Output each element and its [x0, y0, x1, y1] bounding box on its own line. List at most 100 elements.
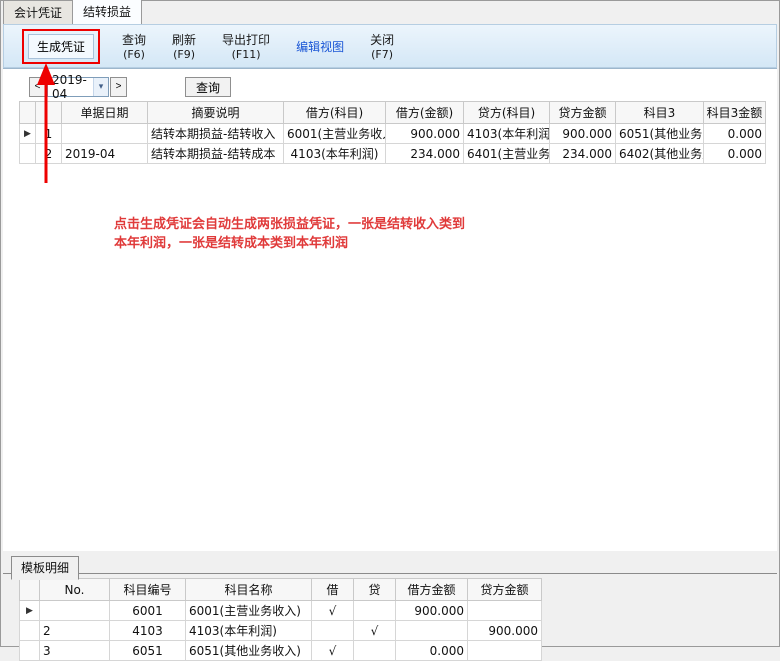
template-detail-panel: 模板明细 No. 科目编号 科目名称 借 贷 借方金额 贷方金额 — [3, 551, 777, 646]
query-button[interactable]: 查询 (F6) — [118, 29, 150, 63]
debit-checkmark[interactable] — [312, 621, 354, 641]
detail-header-row: No. 科目编号 科目名称 借 贷 借方金额 贷方金额 — [20, 579, 542, 601]
cell-credit-subject[interactable]: 6401(主营业务成本) — [464, 144, 550, 164]
detail-col-header-no[interactable]: No. — [40, 579, 110, 601]
credit-checkmark[interactable] — [354, 641, 396, 661]
detail-cell-name[interactable]: 6051(其他业务收入) — [186, 641, 312, 661]
tab-accounting-voucher[interactable]: 会计凭证 — [3, 0, 73, 24]
prev-period-button[interactable]: < — [29, 77, 46, 97]
red-highlight-box: 生成凭证 — [22, 29, 100, 64]
main-area: < 2019-04 ▾ > 查询 单据日期 摘要说明 借方(科目) 借方(金额) — [3, 68, 777, 552]
col-header-credit-subject[interactable]: 贷方(科目) — [464, 102, 550, 124]
period-dropdown-value: 2019-04 — [48, 73, 93, 101]
credit-checkmark[interactable]: √ — [354, 621, 396, 641]
debit-checkmark[interactable]: √ — [312, 601, 354, 621]
cell-credit-subject[interactable]: 4103(本年利润) — [464, 124, 550, 144]
row-marker-empty[interactable] — [20, 144, 36, 164]
query-button-label: 查询 — [122, 31, 146, 48]
edit-view-link[interactable]: 编辑视图 — [292, 36, 348, 57]
cell-debit-subject[interactable]: 4103(本年利润) — [284, 144, 386, 164]
credit-checkmark[interactable] — [354, 601, 396, 621]
cell-summary[interactable]: 结转本期损益-结转成本 — [148, 144, 284, 164]
detail-cell-credit-amount[interactable]: 900.000 — [468, 621, 542, 641]
col-header-subject3-amount[interactable]: 科目3金额 — [704, 102, 766, 124]
cell-debit-amount[interactable]: 234.000 — [386, 144, 464, 164]
cell-debit-amount[interactable]: 900.000 — [386, 124, 464, 144]
col-header-subject3[interactable]: 科目3 — [616, 102, 704, 124]
detail-cell-credit-amount[interactable] — [468, 601, 542, 621]
tab-carryover-profit-loss[interactable]: 结转损益 — [72, 0, 142, 24]
detail-row[interactable]: ▶ 1 6001 6001(主营业务收入) √ 900.000 — [20, 601, 542, 621]
detail-col-header-credit[interactable]: 贷 — [354, 579, 396, 601]
period-dropdown[interactable]: 2019-04 ▾ — [47, 77, 109, 97]
export-print-button[interactable]: 导出打印 (F11) — [218, 29, 274, 63]
col-header-debit-amount[interactable]: 借方(金额) — [386, 102, 464, 124]
table-row[interactable]: 2 2019-04 结转本期损益-结转成本 4103(本年利润) 234.000… — [20, 144, 766, 164]
next-period-button[interactable]: > — [110, 77, 127, 97]
toolbar: 生成凭证 查询 (F6) 刷新 (F9) 导出打印 (F11) 编辑视图 关闭 … — [3, 24, 777, 68]
detail-col-header-name[interactable]: 科目名称 — [186, 579, 312, 601]
current-row-marker-icon[interactable]: ▶ — [20, 601, 40, 621]
cell-subject3-amount[interactable]: 0.000 — [704, 144, 766, 164]
current-row-marker-icon[interactable]: ▶ — [20, 124, 36, 144]
detail-cell-no[interactable]: 2 — [40, 621, 110, 641]
cell-subject3-amount[interactable]: 0.000 — [704, 124, 766, 144]
col-header-summary[interactable]: 摘要说明 — [148, 102, 284, 124]
cell-date-selected[interactable]: 2019-04 — [62, 124, 148, 144]
export-print-button-shortcut: (F11) — [232, 48, 261, 61]
cell-debit-subject[interactable]: 6001(主营业务收入) — [284, 124, 386, 144]
debit-checkmark[interactable]: √ — [312, 641, 354, 661]
rownum-header — [36, 102, 62, 124]
detail-cell-no[interactable]: 3 — [40, 641, 110, 661]
col-header-credit-amount[interactable]: 贷方金额 — [550, 102, 616, 124]
template-detail-body: No. 科目编号 科目名称 借 贷 借方金额 贷方金额 ▶ 1 6001 600… — [3, 573, 777, 646]
generate-voucher-button[interactable]: 生成凭证 — [28, 34, 94, 59]
detail-row[interactable]: 2 4103 4103(本年利润) √ 900.000 — [20, 621, 542, 641]
detail-cell-code[interactable]: 6001 — [110, 601, 186, 621]
detail-cell-debit-amount[interactable] — [396, 621, 468, 641]
close-button-shortcut: (F7) — [371, 48, 393, 61]
tab-template-detail[interactable]: 模板明细 — [11, 556, 79, 580]
filter-query-button[interactable]: 查询 — [185, 77, 231, 97]
detail-col-header-debit-amount[interactable]: 借方金额 — [396, 579, 468, 601]
detail-cell-code[interactable]: 4103 — [110, 621, 186, 641]
cell-subject3[interactable]: 6402(其他业务成本) — [616, 144, 704, 164]
detail-cell-debit-amount[interactable]: 900.000 — [396, 601, 468, 621]
detail-cell-code[interactable]: 6051 — [110, 641, 186, 661]
template-detail-table: No. 科目编号 科目名称 借 贷 借方金额 贷方金额 ▶ 1 6001 600… — [19, 578, 542, 661]
cell-subject3[interactable]: 6051(其他业务收入) — [616, 124, 704, 144]
detail-corner-header — [20, 579, 40, 601]
detail-cell-name[interactable]: 6001(主营业务收入) — [186, 601, 312, 621]
period-filter-row: < 2019-04 ▾ > 查询 — [29, 77, 231, 97]
refresh-button-shortcut: (F9) — [173, 48, 195, 61]
col-header-debit-subject[interactable]: 借方(科目) — [284, 102, 386, 124]
detail-col-header-credit-amount[interactable]: 贷方金额 — [468, 579, 542, 601]
detail-cell-debit-amount[interactable]: 0.000 — [396, 641, 468, 661]
query-button-shortcut: (F6) — [123, 48, 145, 61]
close-button-label: 关闭 — [370, 31, 394, 48]
detail-col-header-debit[interactable]: 借 — [312, 579, 354, 601]
table-header-row: 单据日期 摘要说明 借方(科目) 借方(金额) 贷方(科目) 贷方金额 科目3 … — [20, 102, 766, 124]
row-marker-empty[interactable] — [20, 641, 40, 661]
refresh-button[interactable]: 刷新 (F9) — [168, 29, 200, 63]
row-marker-empty[interactable] — [20, 621, 40, 641]
cell-credit-amount[interactable]: 900.000 — [550, 124, 616, 144]
detail-cell-name[interactable]: 4103(本年利润) — [186, 621, 312, 641]
cell-summary[interactable]: 结转本期损益-结转收入 — [148, 124, 284, 144]
detail-row[interactable]: 3 6051 6051(其他业务收入) √ 0.000 — [20, 641, 542, 661]
app-window: 会计凭证 结转损益 生成凭证 查询 (F6) 刷新 (F9) 导出打印 (F11… — [0, 0, 780, 647]
cell-credit-amount[interactable]: 234.000 — [550, 144, 616, 164]
detail-col-header-code[interactable]: 科目编号 — [110, 579, 186, 601]
carryover-table: 单据日期 摘要说明 借方(科目) 借方(金额) 贷方(科目) 贷方金额 科目3 … — [19, 101, 766, 164]
detail-cell-no-selected[interactable]: 1 — [40, 601, 110, 621]
row-number[interactable]: 1 — [36, 124, 62, 144]
annotation-line-1: 点击生成凭证会自动生成两张损益凭证，一张是结转收入类到 — [114, 215, 465, 234]
annotation-line-2: 本年利润，一张是结转成本类到本年利润 — [114, 234, 465, 253]
chevron-down-icon[interactable]: ▾ — [93, 78, 108, 96]
table-row[interactable]: ▶ 1 2019-04 结转本期损益-结转收入 6001(主营业务收入) 900… — [20, 124, 766, 144]
col-header-date[interactable]: 单据日期 — [62, 102, 148, 124]
cell-date[interactable]: 2019-04 — [62, 144, 148, 164]
close-button[interactable]: 关闭 (F7) — [366, 29, 398, 63]
detail-cell-credit-amount[interactable] — [468, 641, 542, 661]
row-number[interactable]: 2 — [36, 144, 62, 164]
